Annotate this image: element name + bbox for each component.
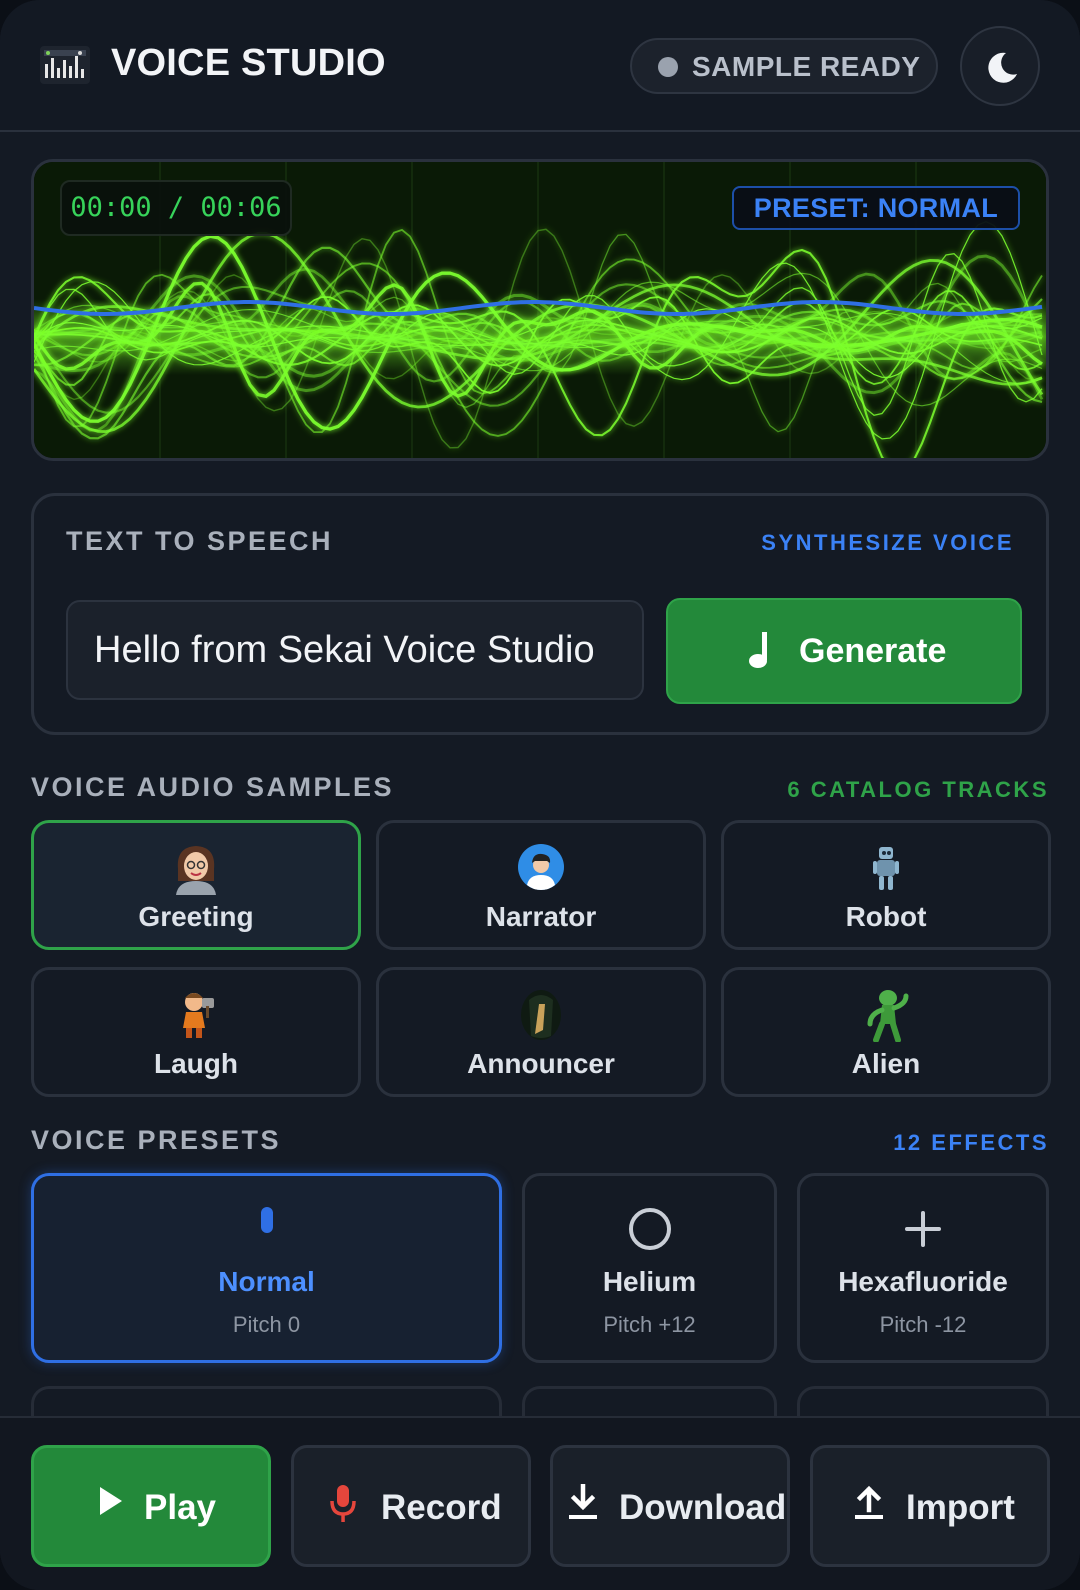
preset-pitch: Pitch -12 <box>879 1312 967 1337</box>
preset-card-helium[interactable]: Helium Pitch +12 <box>522 1173 777 1363</box>
sample-label: Announcer <box>467 1048 615 1079</box>
mixer-board-icon <box>40 46 90 84</box>
waveform-visualizer: 00:00 / 00:06 PRESET: NORMAL <box>31 159 1049 461</box>
preset-pitch: Pitch 0 <box>232 1312 301 1337</box>
app-window: VOICE STUDIO SAMPLE READY 00:00 / 00:06 … <box>0 0 1080 1590</box>
person-avatar-icon <box>518 844 564 890</box>
announcer-icon <box>521 990 561 1040</box>
alien-icon <box>867 990 909 1042</box>
record-button[interactable]: Record <box>291 1445 531 1567</box>
music-note-icon <box>749 632 767 668</box>
presets-section-title: VOICE PRESETS <box>31 1125 282 1155</box>
preset-card-normal[interactable]: Normal Pitch 0 <box>31 1173 502 1363</box>
app-title: VOICE STUDIO <box>111 42 386 84</box>
preset-pitch: Pitch +12 <box>603 1312 696 1337</box>
sample-card-alien[interactable]: Alien <box>721 967 1051 1097</box>
tts-subtitle: SYNTHESIZE VOICE <box>761 530 1014 555</box>
upload-icon <box>855 1485 883 1519</box>
sample-card-laugh[interactable]: Laugh <box>31 967 361 1097</box>
samples-count: 6 CATALOG TRACKS <box>787 777 1049 802</box>
sample-label: Robot <box>845 901 927 932</box>
play-icon <box>100 1487 122 1515</box>
sample-label: Alien <box>851 1048 921 1079</box>
pill-icon <box>260 1207 273 1233</box>
generate-button[interactable]: Generate <box>666 598 1022 704</box>
import-label: Import <box>906 1488 1015 1527</box>
sample-label: Greeting <box>138 901 254 932</box>
preset-card-hexafluoride[interactable]: Hexafluoride Pitch -12 <box>797 1173 1049 1363</box>
play-label: Play <box>144 1488 216 1527</box>
play-button[interactable]: Play <box>31 1445 271 1567</box>
sample-label: Narrator <box>485 901 597 932</box>
download-label: Download <box>619 1488 787 1527</box>
character-laugh-icon <box>183 993 214 1038</box>
tts-title: TEXT TO SPEECH <box>66 526 334 556</box>
moon-icon <box>988 52 1017 83</box>
preset-name: Helium <box>602 1266 697 1297</box>
status-dot-icon <box>658 57 678 77</box>
sample-card-robot[interactable]: Robot <box>721 820 1051 950</box>
preset-name: Normal <box>218 1266 315 1297</box>
record-label: Record <box>381 1488 502 1527</box>
sample-card-greeting[interactable]: Greeting <box>31 820 361 950</box>
app-header: VOICE STUDIO SAMPLE READY <box>0 0 1080 132</box>
status-badge: SAMPLE READY <box>630 38 938 94</box>
download-button[interactable]: Download <box>550 1445 790 1567</box>
action-bar: Play Record Download Import <box>0 1416 1080 1590</box>
preset-badge: PRESET: NORMAL <box>731 186 1020 230</box>
tts-text-input[interactable] <box>66 600 644 700</box>
preset-name: Hexafluoride <box>838 1266 1008 1297</box>
theme-toggle-button[interactable] <box>960 26 1040 106</box>
download-icon <box>569 1484 597 1519</box>
sample-card-announcer[interactable]: Announcer <box>376 967 706 1097</box>
sample-label: Laugh <box>154 1048 238 1079</box>
time-display: 00:00 / 00:06 <box>60 180 292 236</box>
robot-icon <box>873 847 899 890</box>
generate-label: Generate <box>799 632 947 670</box>
presets-count: 12 EFFECTS <box>893 1130 1049 1155</box>
microphone-icon <box>330 1485 356 1522</box>
plus-icon <box>905 1211 941 1247</box>
samples-section-title: VOICE AUDIO SAMPLES <box>31 772 395 802</box>
circle-icon <box>628 1208 671 1250</box>
sample-card-narrator[interactable]: Narrator <box>376 820 706 950</box>
status-text: SAMPLE READY <box>692 51 921 82</box>
import-button[interactable]: Import <box>810 1445 1050 1567</box>
tts-panel: TEXT TO SPEECH SYNTHESIZE VOICE Generate <box>31 493 1049 735</box>
woman-avatar-icon <box>176 846 216 895</box>
